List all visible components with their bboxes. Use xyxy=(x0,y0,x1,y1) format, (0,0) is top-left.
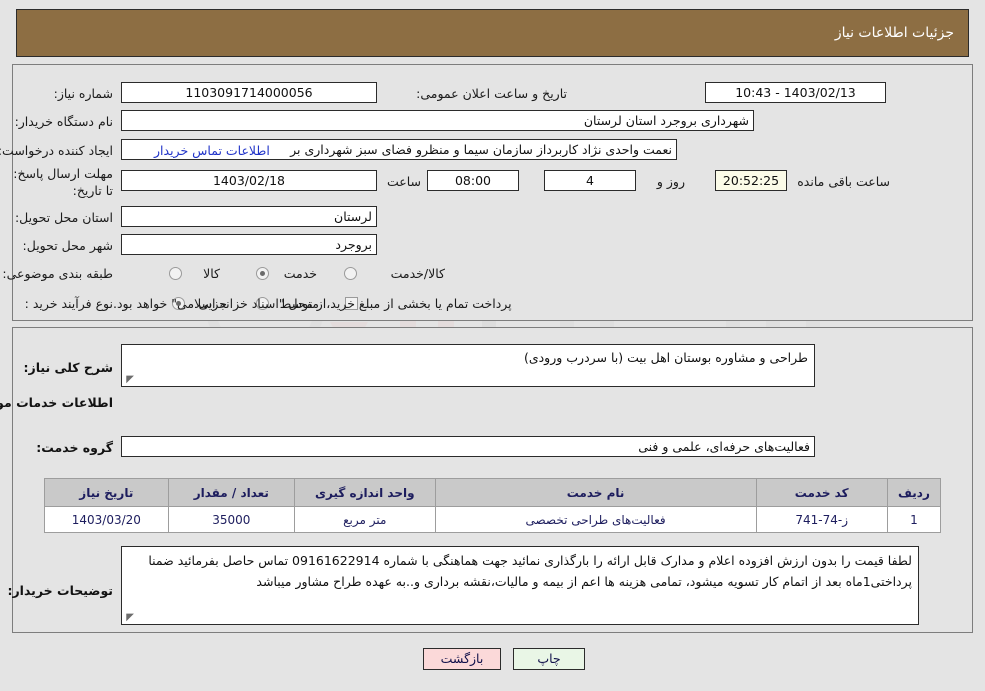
creator-label: ایجاد کننده درخواست: xyxy=(0,143,113,158)
page-title: جزئیات اطلاعات نیاز xyxy=(834,25,954,41)
cell-service-code: ز-74-741 xyxy=(755,506,888,533)
back-button[interactable]: بازگشت xyxy=(423,648,501,670)
buyer-notes-textarea[interactable]: لطفا قیمت را بدون ارزش افزوده اعلام و مد… xyxy=(121,546,919,625)
islamic-treasury-text: پرداخت تمام یا بخشی از مبلغ خرید،از محل … xyxy=(113,296,512,311)
buyer-notes-label: توضیحات خریدار: xyxy=(7,583,113,598)
deadline-label: مهلت ارسال پاسخ: تا تاریخ: xyxy=(13,166,113,198)
radio-category-goods-service[interactable] xyxy=(344,267,357,280)
radio-category-goods-service-label: کالا/خدمت xyxy=(390,266,445,281)
service-group-label: گروه خدمت: xyxy=(36,440,113,455)
public-announce-label: تاریخ و ساعت اعلان عمومی: xyxy=(416,86,567,101)
deadline-time-value: 08:00 xyxy=(427,170,519,191)
radio-category-goods[interactable] xyxy=(169,267,182,280)
th-need-date: تاریخ نیاز xyxy=(44,478,169,507)
days-left-value: 4 xyxy=(544,170,636,191)
cell-row-no: 1 xyxy=(886,506,942,533)
buyer-notes-value: لطفا قیمت را بدون ارزش افزوده اعلام و مد… xyxy=(148,553,912,589)
need-description-label: شرح کلی نیاز: xyxy=(23,360,113,375)
table-header-row: ردیف کد خدمت نام خدمت واحد اندازه گیری ت… xyxy=(44,478,942,507)
days-left-label: روز و xyxy=(656,174,685,189)
table-row: 1 ز-74-741 فعالیت‌های طراحی تخصصی متر مر… xyxy=(44,506,942,533)
buyer-org-value: شهرداری بروجرد استان لرستان xyxy=(121,110,754,131)
th-quantity: تعداد / مقدار xyxy=(167,478,295,507)
services-table: ردیف کد خدمت نام خدمت واحد اندازه گیری ت… xyxy=(44,478,942,533)
th-service-name: نام خدمت xyxy=(434,478,757,507)
th-unit: واحد اندازه گیری xyxy=(293,478,436,507)
radio-category-goods-label: کالا xyxy=(203,266,220,281)
cell-quantity: 35000 xyxy=(167,506,295,533)
th-service-code: کد خدمت xyxy=(755,478,888,507)
buyer-org-label: نام دستگاه خریدار: xyxy=(14,114,113,129)
need-description-textarea[interactable]: طراحی و مشاوره بوستان اهل بیت (با سردرب … xyxy=(121,344,815,387)
province-value: لرستان xyxy=(121,206,377,227)
buyer-contact-link[interactable]: اطلاعات تماس خریدار xyxy=(154,143,270,158)
need-number-value: 1103091714000056 xyxy=(121,82,377,103)
print-button[interactable]: چاپ xyxy=(513,648,585,670)
cell-need-date: 1403/03/20 xyxy=(44,506,169,533)
process-label: نوع فرآیند خرید : xyxy=(24,296,113,311)
resize-grip-icon[interactable]: ◤ xyxy=(124,375,134,385)
deadline-hour-label: ساعت xyxy=(386,174,421,189)
resize-grip-icon-notes[interactable]: ◤ xyxy=(124,613,134,623)
page-header-bar: جزئیات اطلاعات نیاز xyxy=(16,9,969,57)
radio-category-service-label: خدمت xyxy=(283,266,317,281)
city-label: شهر محل تحویل: xyxy=(22,238,113,253)
service-group-value: فعالیت‌های حرفه‌ای، علمی و فنی xyxy=(121,436,815,457)
city-value: بروجرد xyxy=(121,234,377,255)
time-left-value: 20:52:25 xyxy=(715,170,787,191)
time-left-label: ساعت باقی مانده xyxy=(797,174,890,189)
category-label: طبقه بندی موضوعی: xyxy=(2,266,113,281)
public-announce-value: 1403/02/13 - 10:43 xyxy=(705,82,886,103)
province-label: استان محل تحویل: xyxy=(14,210,113,225)
need-number-label: شماره نیاز: xyxy=(53,86,113,101)
th-row-no: ردیف xyxy=(886,478,942,507)
deadline-date-value: 1403/02/18 xyxy=(121,170,377,191)
radio-category-service[interactable] xyxy=(256,267,269,280)
page-root: جزئیات اطلاعات نیاز شماره نیاز: 11030917… xyxy=(0,0,985,691)
services-heading: اطلاعات خدمات مورد نیاز xyxy=(0,395,113,410)
cell-unit: متر مربع xyxy=(293,506,436,533)
need-description-value: طراحی و مشاوره بوستان اهل بیت (با سردرب … xyxy=(523,350,808,365)
cell-service-name: فعالیت‌های طراحی تخصصی xyxy=(434,506,757,533)
